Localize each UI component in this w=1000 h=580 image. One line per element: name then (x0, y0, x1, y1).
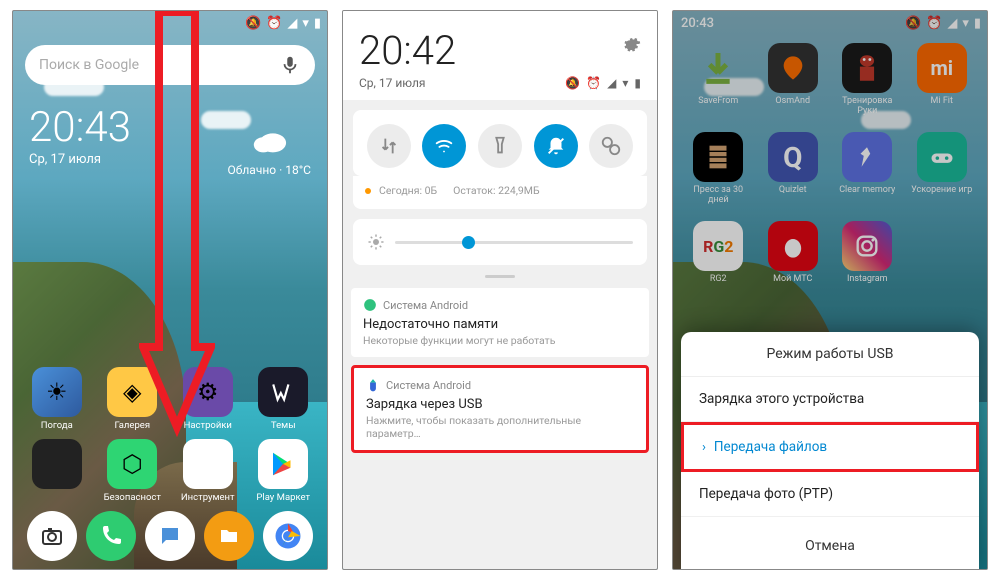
cloud-icon (250, 127, 288, 155)
app-grid: ☀Погода ◈Галерея ⚙Настройки Темы ⬡Безопа… (13, 367, 327, 503)
app-tools[interactable]: Инструмент (172, 439, 244, 503)
warning-dot-icon (365, 188, 371, 194)
wifi-icon: ▾ (302, 16, 309, 31)
shade-header: 20:42 Ср, 17 июля 🔕⏰◢▾▮ (343, 11, 657, 100)
search-placeholder: Поиск в Google (39, 57, 279, 73)
usb-option-charge[interactable]: Зарядка этого устройства (681, 377, 979, 422)
signal-icon: ◢ (287, 16, 297, 31)
sun-icon (367, 233, 385, 251)
notification-memory[interactable]: Система Android Недостаточно памяти Неко… (351, 288, 649, 357)
sheet-cancel-button[interactable]: Отмена (681, 523, 979, 569)
dock-files[interactable] (204, 511, 254, 561)
drag-handle[interactable] (485, 275, 515, 278)
app-play[interactable]: Play Маркет (248, 439, 320, 503)
quick-settings (353, 110, 647, 176)
dock-phone[interactable] (86, 511, 136, 561)
dock-browser[interactable] (263, 511, 313, 561)
usb-option-file-transfer[interactable]: ›Передача файлов (681, 422, 979, 472)
dock-camera[interactable] (27, 511, 77, 561)
brightness-thumb[interactable] (462, 236, 475, 249)
notif-body: Некоторые функции могут не работать (363, 334, 637, 347)
notification-usb[interactable]: Система Android Зарядка через USB Нажмит… (351, 365, 649, 453)
qs-wifi[interactable] (422, 124, 466, 168)
settings-gear-icon[interactable] (623, 35, 641, 53)
weather-text: Облачно · 18°С (227, 163, 311, 177)
app-themes[interactable]: Темы (248, 367, 320, 431)
alarm-icon: ⏰ (266, 16, 282, 31)
app-weather[interactable]: ☀Погода (21, 367, 93, 431)
status-icons: 🔕⏰◢▾▮ (565, 76, 641, 90)
battery-icon: ▮ (314, 16, 321, 31)
shade-time: 20:42 (359, 27, 456, 74)
shade-date: Ср, 17 июля (359, 76, 426, 90)
app-gallery[interactable]: ◈Галерея (97, 367, 169, 431)
status-bar: 🔕 ⏰ ◢ ▾ ▮ (13, 11, 327, 35)
phone-homescreen: 🔕 ⏰ ◢ ▾ ▮ Поиск в Google 20:43 Ср, 17 ию… (12, 10, 328, 570)
qs-dnd[interactable] (534, 124, 578, 168)
notif-title: Зарядка через USB (366, 397, 634, 412)
brightness-slider[interactable] (353, 219, 647, 265)
android-icon (366, 378, 380, 392)
phone-usb-dialog: 20:43 🔕 ⏰ ◢ ▾ ▮ SaveFrom OsmAnd Трениров… (672, 10, 988, 570)
app-settings[interactable]: ⚙Настройки (172, 367, 244, 431)
android-icon (363, 298, 377, 312)
dock-sms[interactable] (145, 511, 195, 561)
notif-body: Нажмите, чтобы показать дополнительные п… (366, 414, 634, 440)
notif-title: Недостаточно памяти (363, 317, 637, 332)
search-bar[interactable]: Поиск в Google (25, 45, 315, 85)
usb-option-ptp[interactable]: Передача фото (PTP) (681, 472, 979, 517)
data-today: Сегодня: 0Б (379, 184, 437, 197)
weather-widget[interactable]: Облачно · 18°С (227, 127, 311, 177)
app-security[interactable]: ⬡Безопасност (97, 439, 169, 503)
usb-mode-sheet: Режим работы USB Зарядка этого устройств… (681, 332, 979, 569)
sheet-title: Режим работы USB (681, 332, 979, 377)
app-folder[interactable] (21, 439, 93, 503)
chevron-right-icon: › (702, 440, 706, 455)
qs-flashlight[interactable] (478, 124, 522, 168)
dock (13, 511, 327, 561)
data-remaining: Остаток: 224,9МБ (453, 184, 539, 197)
phone-notification-shade: 20:42 Ср, 17 июля 🔕⏰◢▾▮ Сегодня: 0Б Оста… (342, 10, 658, 570)
mic-icon[interactable] (279, 54, 301, 76)
qs-mobile-data[interactable] (367, 124, 411, 168)
brightness-track[interactable] (395, 241, 633, 244)
silent-icon: 🔕 (245, 16, 261, 31)
data-usage-row[interactable]: Сегодня: 0Б Остаток: 224,9МБ (353, 176, 647, 209)
qs-screenshot[interactable] (589, 124, 633, 168)
